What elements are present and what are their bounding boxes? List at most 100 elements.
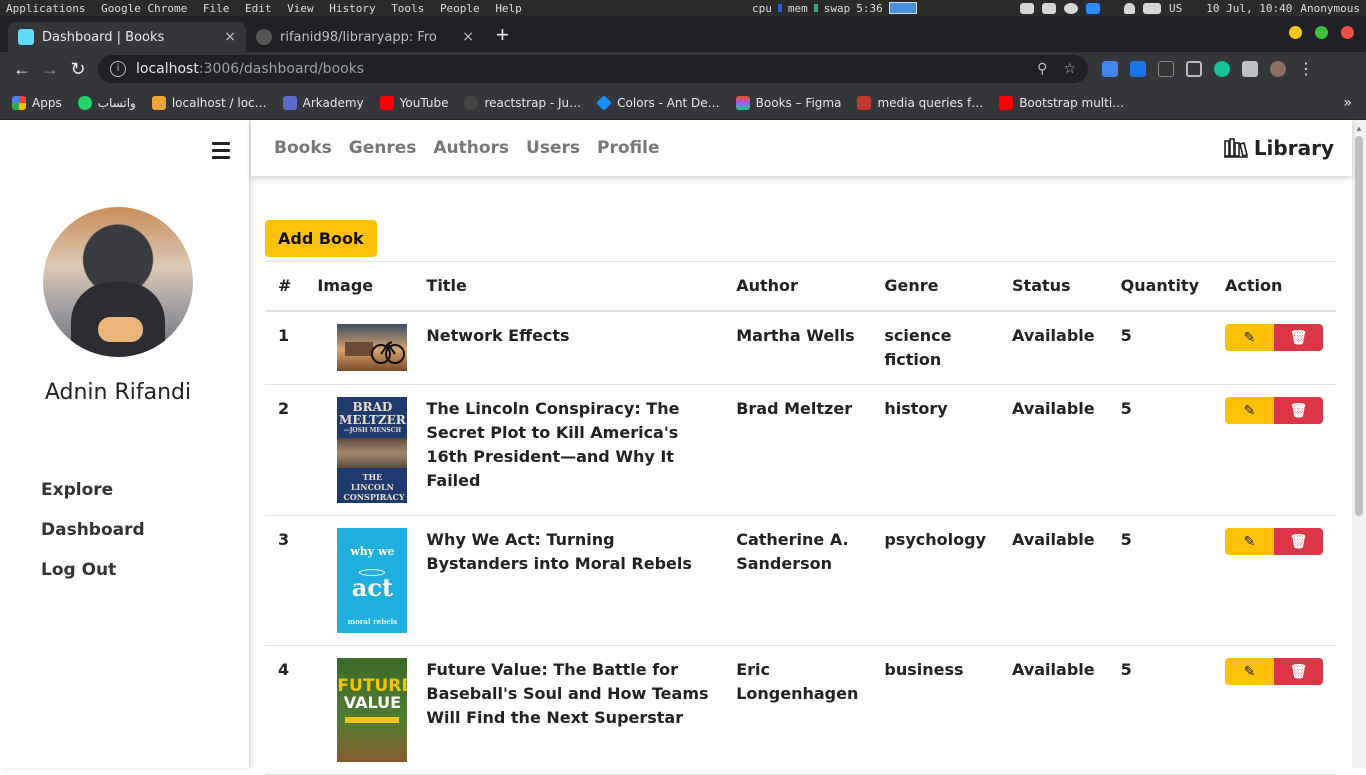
bookmark-whatsapp[interactable]: واتساب [77,95,136,110]
close-tab-icon[interactable]: × [224,29,236,45]
site-info-icon[interactable]: i [110,61,126,77]
discord-icon[interactable] [1020,2,1035,14]
add-book-button[interactable]: Add Book [265,220,377,257]
tab-dashboard-books[interactable]: Dashboard | Books × [8,22,246,52]
reload-icon[interactable]: ↻ [64,59,92,80]
profile-avatar-icon[interactable] [1270,61,1286,77]
bookmark-antd-colors[interactable]: Colors - Ant De… [596,94,720,111]
close-window-button[interactable] [1341,26,1354,39]
col-author: Author [723,261,872,312]
react-favicon-icon [18,29,34,45]
os-menu-google-chrome[interactable]: Google Chrome [101,2,187,15]
kebab-menu-icon[interactable]: ⋮ [1298,59,1314,79]
os-menu-file[interactable]: File [203,2,230,15]
nav-profile[interactable]: Profile [597,138,659,158]
forward-icon[interactable]: → [36,59,64,80]
bell-icon[interactable] [1124,2,1136,14]
hamburger-menu-icon[interactable] [212,142,230,163]
tab-strip: Dashboard | Books × rifanid98/libraryapp… [0,16,1366,52]
cover-subtitle-band [345,717,400,723]
bookmark-label: YouTube [399,95,449,110]
scroll-up-icon[interactable]: ▲ [1355,124,1363,133]
nav-genres[interactable]: Genres [349,138,417,158]
trash-icon: 🗑 [1289,329,1308,346]
user-name[interactable]: Anonymous [1300,2,1360,15]
google-translate-icon[interactable] [1102,61,1118,77]
sidebar-item-explore[interactable]: Explore [41,480,145,520]
row-status: Available [999,645,1108,775]
os-menu-edit[interactable]: Edit [245,2,272,15]
os-menu-history[interactable]: History [329,2,375,15]
edit-button[interactable]: ✎ [1225,324,1274,351]
bookmark-phpmyadmin[interactable]: localhost / loc… [151,95,267,110]
grammarly-icon[interactable] [1214,61,1230,77]
maximize-button[interactable] [1315,26,1328,39]
keyboard-layout[interactable]: US [1169,2,1182,15]
puzzle-icon[interactable] [1242,61,1258,77]
screen-icon[interactable] [1042,2,1057,14]
bookmark-label: localhost / loc… [171,95,267,110]
nav-authors[interactable]: Authors [433,138,509,158]
table-row: 1 Network Effects Martha Wells science f… [265,311,1336,385]
row-image: BRAD MELTZER —JOSH MENSCH THE LINCOLN CO… [304,384,414,516]
edit-button[interactable]: ✎ [1225,397,1274,424]
delete-button[interactable]: 🗑 [1274,397,1323,424]
os-menu-view[interactable]: View [287,2,314,15]
os-menu-people[interactable]: People [440,2,480,15]
sidebar-item-dashboard[interactable]: Dashboard [41,520,145,560]
clock[interactable]: 10 Jul, 10:40 [1206,2,1292,15]
book-cover-lincoln-conspiracy: BRAD MELTZER —JOSH MENSCH THE LINCOLN CO… [337,397,408,503]
book-cover-future-value: FUTURE VALUE [337,658,408,762]
page-scrollbar[interactable]: ▲ [1352,120,1366,768]
sidebar-item-logout[interactable]: Log Out [41,560,145,600]
extension-box-icon[interactable] [1158,61,1174,77]
star-icon[interactable]: ☆ [1063,61,1076,77]
battery-icon[interactable] [1143,2,1162,14]
cast-icon[interactable] [1186,61,1202,77]
scrollbar-thumb[interactable] [1355,136,1363,516]
nav-users[interactable]: Users [526,138,580,158]
close-tab-icon[interactable]: × [462,29,474,45]
zoom-icon[interactable] [1086,2,1101,14]
bookmark-bootstrap[interactable]: Bootstrap multi… [999,95,1124,110]
sidebar-nav: Explore Dashboard Log Out [41,480,145,600]
os-menu-help[interactable]: Help [495,2,522,15]
system-monitor: cpu mem swap 5:36 [752,2,917,15]
bookmark-label: media queries f… [877,95,984,110]
row-genre: science fiction [871,311,1000,385]
bookmark-figma[interactable]: Books – Figma [735,95,841,110]
table-row: 2 BRAD MELTZER —JOSH MENSCH THE LINCOLN … [265,384,1336,516]
bookmark-youtube[interactable]: YouTube [379,95,449,110]
bookmark-arkademy[interactable]: Arkademy [282,95,364,110]
delete-button[interactable]: 🗑 [1274,324,1323,351]
bookmark-media-queries[interactable]: media queries f… [857,95,984,110]
bicycle-icon [345,341,406,364]
send-tab-icon[interactable] [1130,61,1146,77]
bookmark-apps[interactable]: Apps [12,95,62,110]
delete-button[interactable]: 🗑 [1274,528,1323,555]
table-header-row: # Image Title Author Genre Status Quanti… [265,261,1336,312]
cover-word2-text: VALUE [343,693,402,712]
os-menu-applications[interactable]: Applications [6,2,85,15]
figma-icon [735,95,750,110]
cover-coauthor-text: —JOSH MENSCH [343,427,402,434]
key-icon[interactable]: ⚲ [1037,61,1047,77]
os-menu-tools[interactable]: Tools [391,2,424,15]
edit-button[interactable]: ✎ [1225,528,1274,555]
minimize-button[interactable] [1289,26,1302,39]
bookmarks-overflow-button[interactable]: » [1343,95,1352,111]
url-path: :3006/dashboard/books [198,61,365,77]
new-tab-button[interactable]: + [496,22,509,48]
edit-button[interactable]: ✎ [1225,658,1274,685]
tab-github-libraryapp[interactable]: rifanid98/libraryapp: Fro × [246,22,484,52]
delete-button[interactable]: 🗑 [1274,658,1323,685]
wifi-icon[interactable] [1064,2,1079,14]
brand[interactable]: Library [1223,136,1334,160]
address-bar[interactable]: i localhost:3006/dashboard/books ⚲ ☆ [98,55,1088,83]
bookmark-reactstrap[interactable]: reactstrap - Ju… [464,95,581,110]
back-icon[interactable]: ← [8,59,36,80]
cover-author-text: BRAD MELTZER [339,400,406,427]
bookmark-label: Apps [32,95,62,110]
row-status: Available [999,515,1108,646]
nav-books[interactable]: Books [274,138,332,158]
